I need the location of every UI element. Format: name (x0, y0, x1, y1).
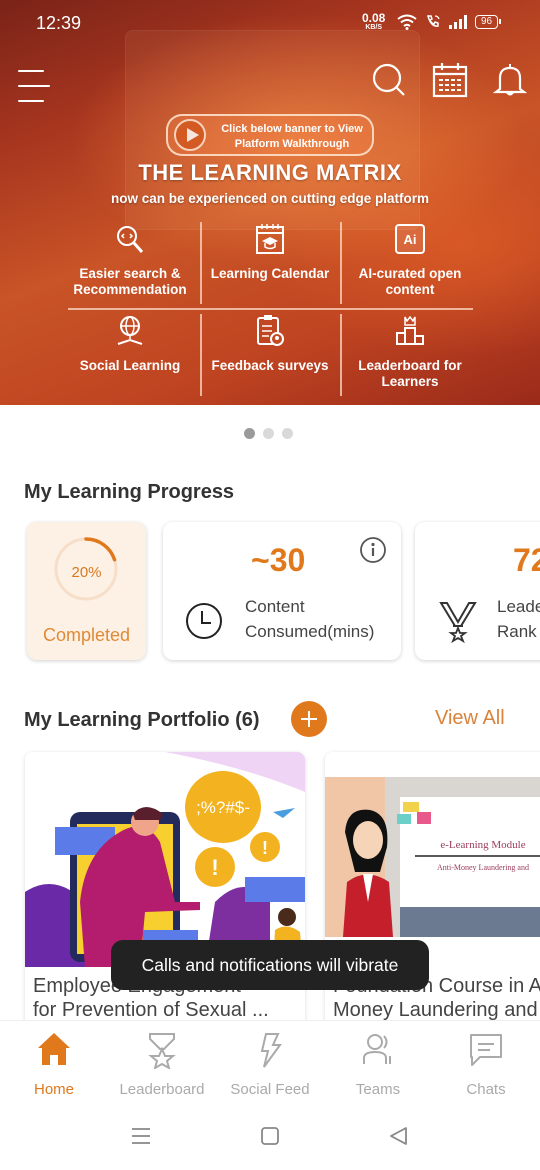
banner-pagination (244, 428, 293, 439)
home-icon (38, 1033, 70, 1065)
completed-label: Completed (42, 625, 131, 645)
status-time: 12:39 (36, 13, 82, 33)
wifi-icon (397, 14, 417, 30)
medal-icon (439, 602, 477, 644)
play-icon[interactable] (174, 119, 206, 151)
leaderboard-rank-value: 72 (513, 542, 540, 578)
walkthrough-cta[interactable]: Click below banner to View Platform Walk… (166, 114, 374, 156)
feature-item: Social Learning (60, 312, 200, 400)
chat-icon (470, 1034, 502, 1066)
recent-apps-icon[interactable] (129, 1124, 153, 1148)
pagination-dot[interactable] (282, 428, 293, 439)
feature-item: Leaderboard for Learners (340, 312, 480, 400)
clipboard-survey-icon (257, 315, 284, 346)
leaderboard-rank-card[interactable]: 72 Leaderboard Rank (415, 522, 540, 660)
view-all-link[interactable]: View All (435, 707, 505, 730)
medal-icon (148, 1033, 176, 1069)
wifi-calling-icon (427, 15, 440, 27)
search-icon[interactable] (371, 62, 407, 98)
svg-text:!: ! (211, 855, 218, 880)
banner-subtitle: now can be experienced on cutting edge p… (110, 191, 430, 206)
battery-indicator: 96 (475, 15, 502, 29)
feature-item: Learning Calendar (200, 220, 340, 308)
nav-social-feed[interactable]: Social Feed (216, 1029, 324, 1098)
system-navigation-bar (0, 1102, 540, 1170)
pagination-dot[interactable] (263, 428, 274, 439)
portfolio-section-title: My Learning Portfolio (6) (24, 709, 260, 731)
speech-bubble-text: ;%?#$- (196, 798, 250, 817)
slide-title: e-Learning Module (440, 839, 525, 851)
hamburger-menu-icon[interactable] (16, 64, 50, 102)
course-thumbnail: e-Learning Module Anti-Money Laundering … (325, 752, 540, 967)
top-bar (0, 60, 540, 104)
svg-text:!: ! (262, 838, 268, 858)
ai-icon: Ai (395, 224, 425, 254)
bell-icon[interactable] (492, 62, 528, 98)
content-consumed-label: Content Consumed(mins) (245, 597, 375, 641)
progress-section-title: My Learning Progress (24, 481, 235, 503)
content-consumed-card[interactable]: ~30 Content Consumed(mins) (163, 522, 401, 660)
feature-item: Easier search & Recommendation (60, 220, 200, 308)
feature-grid: Easier search & Recommendation Learning … (60, 220, 480, 400)
nav-chats[interactable]: Chats (432, 1029, 540, 1098)
completed-percent: 20% (71, 564, 102, 581)
divider (68, 308, 473, 310)
globe-book-icon (117, 316, 143, 345)
home-system-icon[interactable] (258, 1124, 282, 1148)
info-icon[interactable] (359, 536, 387, 564)
clock-icon (186, 603, 222, 639)
signal-icon (449, 15, 467, 29)
nav-home[interactable]: Home (0, 1029, 108, 1098)
content-consumed-value: ~30 (251, 542, 306, 578)
back-icon[interactable] (387, 1124, 411, 1148)
course-thumbnail: ;%?#$- ! ! (25, 752, 305, 967)
podium-crown-icon (396, 315, 424, 345)
pagination-dot[interactable] (244, 428, 255, 439)
bottom-navigation: Home Leaderboard Social Feed Teams Chats (0, 1020, 540, 1102)
team-icon (363, 1034, 391, 1064)
feature-item: Ai AI-curated open content (340, 220, 480, 308)
completed-progress-card[interactable]: 20% Completed (27, 522, 146, 660)
network-speed: 0.08 KB/S (362, 11, 386, 31)
nav-teams[interactable]: Teams (324, 1029, 432, 1098)
progress-ring-arc (84, 537, 117, 562)
feature-item: Feedback surveys (200, 312, 340, 400)
calendar-graduation-icon (256, 224, 284, 254)
toast-notification: Calls and notifications will vibrate (111, 940, 429, 990)
status-bar: 12:39 0.08 KB/S 96 (0, 0, 540, 46)
search-code-icon (117, 226, 144, 253)
svg-text:Ai: Ai (404, 232, 417, 247)
walkthrough-banner[interactable]: 12:39 0.08 KB/S 96 Click below banner to… (0, 0, 540, 405)
banner-title: THE LEARNING MATRIX (138, 160, 402, 185)
slide-subtitle: Anti-Money Laundering and (437, 863, 529, 872)
add-portfolio-button[interactable] (291, 701, 327, 737)
leaderboard-rank-label: Leaderboard Rank (497, 597, 540, 641)
calendar-icon[interactable] (432, 62, 468, 98)
lightning-icon (260, 1033, 282, 1068)
nav-leaderboard[interactable]: Leaderboard (108, 1029, 216, 1098)
